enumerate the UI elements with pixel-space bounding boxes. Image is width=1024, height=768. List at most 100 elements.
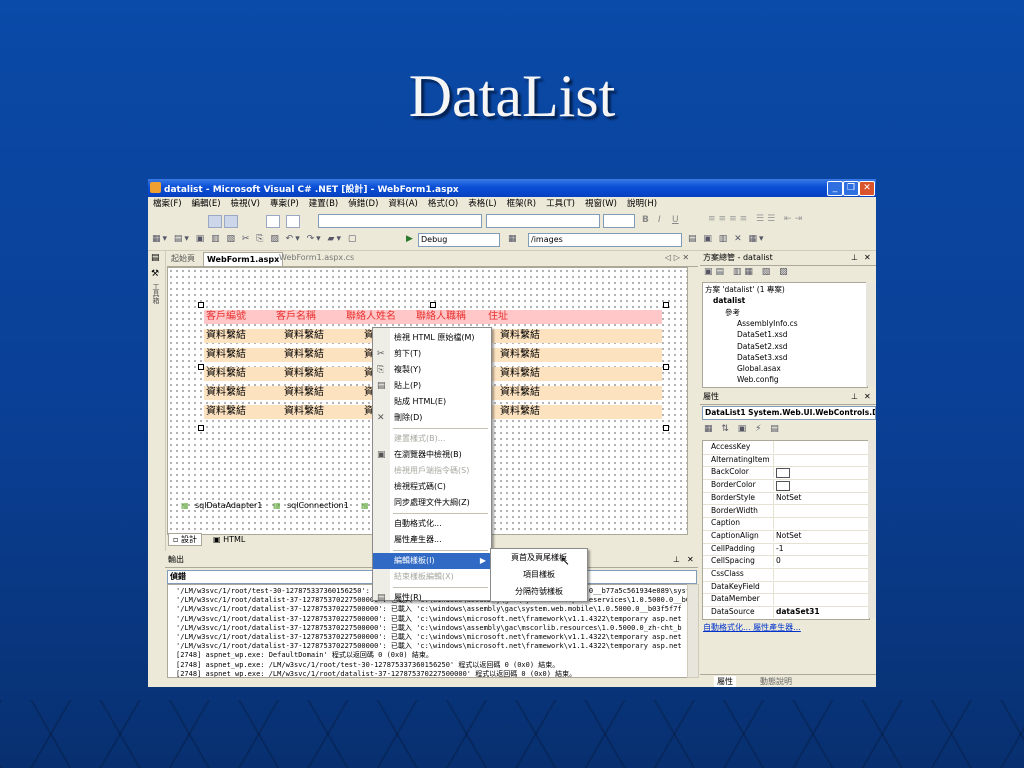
- menu-item[interactable]: 檔案(F): [148, 197, 187, 212]
- solution-item[interactable]: datalist: [713, 295, 745, 306]
- table-icon[interactable]: [208, 215, 222, 228]
- solution-toolbar-icons[interactable]: ▣▤ ▥▦ ▧ ▨: [704, 267, 791, 277]
- context-menu-item[interactable]: 貼成 HTML(E): [373, 394, 491, 410]
- context-menu-item[interactable]: 編輯樣板(I) ▶: [373, 553, 491, 569]
- menu-item[interactable]: 視窗(W): [580, 197, 622, 212]
- lock-icon[interactable]: [246, 215, 260, 228]
- menu-item[interactable]: 專案(P): [265, 197, 304, 212]
- properties-scrollbar[interactable]: [868, 440, 876, 618]
- tab-properties[interactable]: 屬性: [714, 676, 736, 687]
- menu-item[interactable]: 編輯(E): [187, 197, 226, 212]
- context-menu-item[interactable]: ✕ 刪除(D): [373, 410, 491, 426]
- menu-item[interactable]: 偵錯(D): [343, 197, 383, 212]
- menu-item[interactable]: 工具(T): [541, 197, 580, 212]
- underline-button[interactable]: U: [672, 215, 679, 225]
- property-row[interactable]: CellPadding -1: [703, 542, 868, 557]
- context-menu-item[interactable]: 檢視用戶端指令碼(S): [373, 463, 491, 479]
- tab-html[interactable]: ▣ HTML: [213, 534, 245, 545]
- property-row[interactable]: AlternatingItemSty: [703, 453, 868, 468]
- solution-scrollbar[interactable]: [866, 282, 875, 386]
- property-row[interactable]: CellSpacing 0: [703, 555, 868, 569]
- maximize-button[interactable]: ❐: [843, 181, 859, 196]
- object-select[interactable]: DataList1 System.Web.UI.WebControls.Data: [702, 406, 876, 420]
- menu-item[interactable]: 框架(R): [502, 197, 542, 212]
- property-row[interactable]: AccessKey: [703, 441, 868, 455]
- context-menu-item[interactable]: ✂ 剪下(T): [373, 346, 491, 362]
- frame-icon[interactable]: [266, 215, 280, 228]
- output-scrollbar[interactable]: [687, 584, 699, 678]
- properties-links[interactable]: 自動格式化... 屬性產生器...: [703, 622, 801, 633]
- context-menu-item[interactable]: ▤ 貼上(P): [373, 378, 491, 394]
- config-select[interactable]: Debug: [418, 233, 500, 247]
- submenu-separator-template[interactable]: 分隔符號樣板: [491, 584, 587, 600]
- property-row[interactable]: CssClass: [703, 568, 868, 582]
- property-row[interactable]: BackColor: [703, 466, 868, 481]
- menu-item[interactable]: 檢視(V): [226, 197, 265, 212]
- context-menu-item[interactable]: 檢視程式碼(C): [373, 479, 491, 495]
- solution-item[interactable]: DataSet2.xsd: [737, 341, 788, 352]
- context-menu-item[interactable]: 屬性產生器...: [373, 532, 491, 548]
- font-name-select[interactable]: [486, 214, 600, 228]
- solution-item[interactable]: Global.asax: [737, 363, 781, 374]
- solution-item[interactable]: Web.config: [737, 374, 779, 385]
- property-value[interactable]: 0: [776, 555, 866, 567]
- menu-item[interactable]: 表格(L): [463, 197, 501, 212]
- italic-button[interactable]: I: [658, 215, 661, 225]
- menu-item[interactable]: 建置(B): [304, 197, 343, 212]
- start-debug-icon[interactable]: ▶: [406, 234, 413, 244]
- solution-item[interactable]: AssemblyInfo.cs: [737, 318, 798, 329]
- tab-start[interactable]: 起始頁: [171, 253, 195, 264]
- minimize-button[interactable]: _: [827, 181, 843, 196]
- property-value[interactable]: dataSet31: [776, 606, 866, 618]
- context-menu-item[interactable]: 同步處理文件大綱(Z): [373, 495, 491, 511]
- title-bar[interactable]: datalist - Microsoft Visual C# .NET [設計]…: [148, 179, 876, 197]
- standard-icons[interactable]: ▦▾ ▤▾ ▣ ▥ ▧ ✂ ⎘ ▨ ↶▾ ↷▾ ▰▾ ▢: [152, 234, 358, 244]
- property-value[interactable]: -1: [776, 543, 866, 555]
- property-row[interactable]: DataKeyField: [703, 580, 868, 595]
- property-row[interactable]: DataSource dataSet31: [703, 606, 868, 619]
- submenu-header-footer[interactable]: 頁首及頁尾樣板: [491, 550, 587, 566]
- property-row[interactable]: DataMember: [703, 593, 868, 608]
- menu-item[interactable]: 格式(O): [423, 197, 463, 212]
- close-icon[interactable]: ✕: [864, 390, 871, 404]
- context-menu-item[interactable]: ▣ 在瀏覽器中檢視(B): [373, 447, 491, 463]
- position-icon[interactable]: [286, 215, 300, 228]
- find-box[interactable]: /images: [528, 233, 682, 247]
- block-format-select[interactable]: [318, 214, 482, 228]
- context-menu-item[interactable]: 建置樣式(B)...: [373, 431, 491, 447]
- solution-item[interactable]: DataSet3.xsd: [737, 352, 788, 363]
- property-row[interactable]: CaptionAlign NotSet: [703, 529, 868, 544]
- find-icon[interactable]: ▦: [508, 234, 517, 244]
- property-row[interactable]: BorderColor: [703, 479, 868, 493]
- close-icon[interactable]: ✕: [864, 251, 871, 265]
- submenu-item-template[interactable]: 項目樣板: [491, 567, 587, 583]
- properties-toolbar-icons[interactable]: ▦ ⇅ ▣ ⚡ ▤: [704, 424, 782, 434]
- property-value[interactable]: NotSet: [776, 530, 866, 542]
- property-value[interactable]: NotSet: [776, 492, 866, 504]
- pin-icon[interactable]: ⊥: [851, 390, 858, 404]
- datalist-header[interactable]: 客戶編號 客戶名稱 聯絡人姓名 聯絡人職稱 住址: [204, 310, 662, 324]
- align-icons[interactable]: ≡≡≡≡ ☰☰ ⇤⇥: [708, 214, 805, 224]
- context-menu-item[interactable]: ▤ 屬性(R): [373, 590, 491, 606]
- tab-dynamic-help[interactable]: 動態說明: [760, 676, 792, 687]
- window-icons[interactable]: ▤ ▣ ▥ ✕ ▦▾: [688, 234, 766, 244]
- close-button[interactable]: ✕: [859, 181, 875, 196]
- solution-item[interactable]: DataSet1.xsd: [737, 329, 788, 340]
- context-menu-item[interactable]: 自動格式化...: [373, 516, 491, 532]
- property-row[interactable]: BorderWidth: [703, 504, 868, 519]
- tab-webform-cs[interactable]: WebForm1.aspx.cs: [279, 253, 354, 262]
- context-menu-item[interactable]: ⎘ 複製(Y): [373, 362, 491, 378]
- close-icon[interactable]: ✕: [687, 553, 694, 567]
- solution-item[interactable]: 方案 'datalist' (1 專案): [705, 284, 785, 295]
- context-menu-item[interactable]: 結束樣板編輯(X): [373, 569, 491, 585]
- component-sqlconnection[interactable]: sqlConnection1: [287, 501, 349, 510]
- solution-item[interactable]: 參考: [725, 307, 740, 318]
- tab-webform-aspx[interactable]: WebForm1.aspx: [203, 252, 284, 266]
- bold-button[interactable]: B: [642, 215, 649, 225]
- font-size-select[interactable]: [603, 214, 635, 228]
- pin-icon[interactable]: ⊥: [851, 251, 858, 265]
- context-menu-item[interactable]: 檢視 HTML 原始檔(M): [373, 330, 491, 346]
- tab-nav-icons[interactable]: ◁ ▷ ✕: [665, 253, 689, 262]
- component-sqldataadapter[interactable]: sqlDataAdapter1: [195, 501, 262, 510]
- property-row[interactable]: BorderStyle NotSet: [703, 491, 868, 506]
